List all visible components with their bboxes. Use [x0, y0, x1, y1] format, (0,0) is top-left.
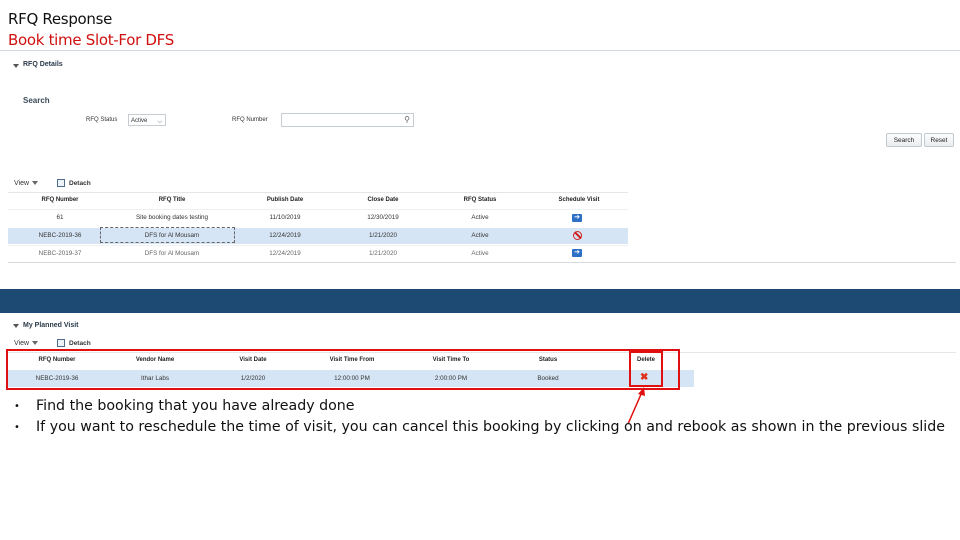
- divider: [0, 50, 960, 51]
- column-header-schedule-visit[interactable]: Schedule Visit: [538, 197, 620, 203]
- note-text: If you want to reschedule the time of vi…: [36, 419, 945, 435]
- collapse-triangle-icon[interactable]: [13, 324, 19, 328]
- cell-close-date: 1/21/2020: [368, 232, 397, 239]
- reset-button[interactable]: Reset: [924, 133, 954, 147]
- view-menu[interactable]: View: [14, 340, 39, 347]
- cell-rfq-number[interactable]: NEBC-2019-37: [25, 250, 95, 257]
- search-button[interactable]: Search: [886, 133, 922, 147]
- row-divider: [8, 245, 628, 246]
- cell-close-date: 12/30/2019: [367, 214, 399, 221]
- column-header-publish-date[interactable]: Publish Date: [250, 197, 320, 203]
- cell-rfq-status: Active: [471, 250, 489, 257]
- divider: [8, 192, 628, 193]
- detach-button[interactable]: Detach: [69, 340, 91, 347]
- chevron-down-icon: ⌵: [157, 119, 162, 125]
- cell-rfq-number[interactable]: 61: [25, 214, 95, 221]
- view-label: View: [14, 180, 30, 187]
- rfq-details-header: RFQ Details: [23, 61, 63, 68]
- cell-close-date: 1/21/2020: [368, 250, 397, 257]
- cell-publish-date: 11/10/2019: [269, 214, 301, 221]
- divider: [8, 262, 956, 263]
- rfq-status-value: Active: [131, 118, 148, 124]
- search-icon[interactable]: ⚲: [404, 115, 410, 124]
- slide-subtitle: Book time Slot-For DFS: [8, 31, 174, 49]
- arrow-right-icon[interactable]: ➔: [572, 214, 582, 222]
- no-entry-icon: [573, 231, 582, 240]
- note-item: • Find the booking that you have already …: [14, 398, 355, 414]
- highlight-box-delete: [629, 351, 663, 387]
- cell-publish-date: 12/24/2019: [269, 232, 301, 239]
- column-header-rfq-title[interactable]: RFQ Title: [132, 197, 212, 203]
- cell-rfq-status: Active: [471, 214, 489, 221]
- rfq-status-select[interactable]: Active ⌵: [128, 114, 166, 126]
- cell-rfq-number[interactable]: NEBC-2019-36: [25, 232, 95, 239]
- detach-icon[interactable]: [57, 179, 65, 187]
- row-divider: [8, 209, 628, 210]
- arrow-right-icon[interactable]: ➔: [572, 249, 582, 257]
- rfq-number-label: RFQ Number: [232, 117, 268, 123]
- cell-rfq-status: Active: [471, 232, 489, 239]
- rfq-status-label: RFQ Status: [86, 117, 118, 123]
- collapse-triangle-icon[interactable]: [13, 64, 19, 68]
- column-header-rfq-status[interactable]: RFQ Status: [445, 197, 515, 203]
- cell-rfq-title: Site booking dates testing: [135, 214, 209, 221]
- notes-list: • Find the booking that you have already …: [14, 396, 949, 438]
- note-text: Find the booking that you have already d…: [36, 398, 355, 414]
- note-item: • If you want to reschedule the time of v…: [14, 419, 945, 435]
- column-header-rfq-number[interactable]: RFQ Number: [25, 197, 95, 203]
- cell-rfq-title: DFS for Al Mousam: [144, 232, 200, 239]
- view-label: View: [14, 340, 30, 347]
- planned-visit-header: My Planned Visit: [23, 322, 79, 329]
- column-header-close-date[interactable]: Close Date: [348, 197, 418, 203]
- chevron-down-icon: [32, 181, 39, 186]
- section-band: [0, 289, 960, 313]
- search-header: Search: [23, 96, 50, 105]
- slide-title: RFQ Response: [8, 10, 113, 28]
- highlight-box: [6, 349, 680, 390]
- view-menu[interactable]: View: [14, 180, 39, 187]
- chevron-down-icon: [32, 341, 39, 346]
- cell-publish-date: 12/24/2019: [269, 250, 301, 257]
- cell-rfq-title: DFS for Al Mousam: [144, 250, 200, 257]
- rfq-number-input[interactable]: ⚲: [281, 113, 414, 127]
- detach-icon[interactable]: [57, 339, 65, 347]
- detach-button[interactable]: Detach: [69, 180, 91, 187]
